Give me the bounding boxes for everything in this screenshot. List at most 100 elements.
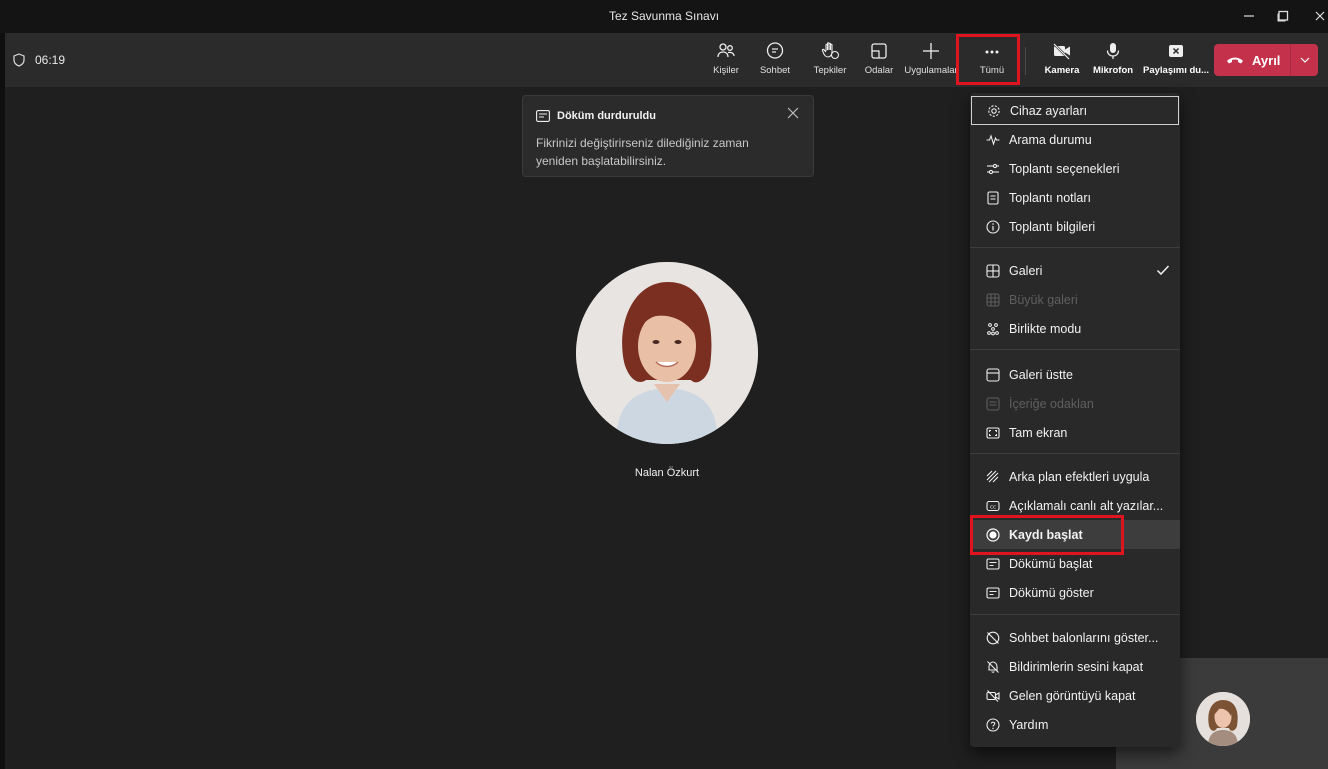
leave-button[interactable]: Ayrıl [1214, 44, 1318, 76]
banner-text: Fikrinizi değiştirirseniz dilediğiniz za… [536, 136, 749, 168]
menu-item-show-transcript[interactable]: Dökümü göster [970, 578, 1180, 607]
chat-button[interactable]: Sohbet [757, 41, 793, 83]
menu-item-chat-bubbles[interactable]: Sohbet balonlarını göster... [970, 623, 1180, 652]
menu-item-label: Dökümü göster [1009, 585, 1094, 600]
people-button[interactable]: Kişiler [710, 41, 742, 83]
close-icon [1315, 11, 1325, 21]
menu-item-label: Tam ekran [1009, 425, 1068, 440]
people-label: Kişiler [713, 65, 739, 76]
transcript-icon [536, 110, 550, 122]
record-icon [986, 527, 1000, 542]
menu-item-meeting-notes[interactable]: Toplantı notları [970, 183, 1180, 212]
menu-item-together-mode[interactable]: Birlikte modu [970, 314, 1180, 343]
camera-button[interactable]: Kamera [1040, 41, 1084, 83]
menu-item-label: Toplantı notları [1009, 190, 1091, 205]
pulse-icon [986, 133, 1000, 146]
menu-item-label: Büyük galeri [1009, 292, 1078, 307]
menu-item-help[interactable]: Yardım [970, 710, 1180, 739]
mic-button[interactable]: Mikrofon [1088, 41, 1138, 83]
together-mode-icon [987, 322, 999, 335]
camera-label: Kamera [1044, 65, 1080, 76]
more-label: Tümü [979, 65, 1005, 76]
svg-text:cc: cc [990, 504, 996, 510]
menu-item-label: Kaydı başlat [1009, 527, 1083, 542]
rooms-label: Odalar [864, 65, 894, 76]
menu-item-meeting-options[interactable]: Toplantı seçenekleri [970, 154, 1180, 183]
menu-item-label: Açıklamalı canlı alt yazılar... [1009, 498, 1164, 513]
menu-item-start-recording[interactable]: Kaydı başlat [970, 520, 1180, 549]
menu-item-start-transcript[interactable]: Dökümü başlat [970, 549, 1180, 578]
menu-item-label: Bildirimlerin sesini kapat [1009, 659, 1144, 674]
background-effects-icon [986, 470, 999, 482]
leave-main[interactable]: Ayrıl [1214, 44, 1290, 76]
close-icon[interactable] [787, 107, 799, 119]
menu-item-label: Birlikte modu [1009, 321, 1082, 336]
gallery-icon [986, 263, 1000, 278]
gallery-top-icon [986, 367, 1000, 382]
menu-separator [970, 453, 1180, 454]
toolbar-divider [1025, 47, 1026, 75]
add-icon [923, 43, 939, 59]
menu-item-live-captions[interactable]: cc Açıklamalı canlı alt yazılar... [970, 491, 1180, 520]
menu-item-device-settings[interactable]: Cihaz ayarları [971, 96, 1179, 125]
minimize-button[interactable] [1236, 5, 1262, 27]
stop-share-icon [1169, 45, 1183, 57]
menu-item-call-health[interactable]: Arama durumu [970, 125, 1180, 154]
chat-bubble-off-icon [986, 631, 1000, 644]
people-icon [717, 43, 735, 58]
rooms-button[interactable]: Odalar [862, 41, 896, 83]
menu-item-label: Cihaz ayarları [1010, 103, 1088, 118]
self-avatar [1196, 692, 1250, 746]
reactions-label: Tepkiler [813, 65, 847, 76]
menu-item-label: Galeri [1009, 263, 1043, 278]
transcript-icon [986, 557, 1000, 570]
menu-item-label: Arama durumu [1009, 132, 1092, 147]
shield-icon [13, 53, 25, 67]
transcript-show-icon [986, 586, 1000, 599]
menu-item-mute-notifications[interactable]: Bildirimlerin sesini kapat [970, 652, 1180, 681]
menu-item-gallery-top[interactable]: Galeri üstte [970, 360, 1180, 389]
menu-item-meeting-info[interactable]: Toplantı bilgileri [970, 212, 1180, 241]
participant-photo [576, 262, 758, 444]
fullscreen-icon [986, 426, 1000, 439]
hang-up-icon [1227, 57, 1243, 64]
leave-options-button[interactable] [1291, 57, 1318, 63]
menu-item-turn-off-incoming-video[interactable]: Gelen görüntüyü kapat [970, 681, 1180, 710]
menu-item-label: Sohbet balonlarını göster... [1009, 630, 1159, 645]
focus-content-icon [986, 396, 1000, 411]
participant-name: Nalan Özkurt [634, 467, 700, 479]
menu-item-label: Dökümü başlat [1009, 556, 1093, 571]
more-button[interactable]: Tümü [963, 41, 1021, 83]
menu-item-gallery[interactable]: Galeri [970, 256, 1180, 285]
help-icon [986, 717, 1000, 732]
more-options-menu: Cihaz ayarları Arama durumu Toplantı seç… [970, 93, 1180, 747]
menu-item-large-gallery: Büyük galeri [970, 285, 1180, 314]
menu-item-label: Yardım [1009, 717, 1049, 732]
info-icon [986, 219, 1000, 234]
menu-item-label: Arka plan efektleri uygula [1009, 469, 1150, 484]
raise-hand-icon [821, 42, 840, 60]
reactions-button[interactable]: Tepkiler [810, 41, 850, 83]
call-control-bar: 06:19 Kişiler Sohbet Tepkiler Odalar Uyg… [5, 33, 1328, 87]
close-window-button[interactable] [1307, 5, 1328, 27]
mic-label: Mikrofon [1092, 65, 1134, 76]
apps-button[interactable]: Uygulamalar [903, 41, 959, 83]
sliders-icon [987, 163, 999, 174]
menu-separator [970, 247, 1180, 248]
more-dots-icon [985, 50, 999, 54]
share-button[interactable]: Paylaşımı du... [1141, 41, 1211, 83]
transcript-stopped-banner: Döküm durduruldu Fikrinizi değiştirirsen… [522, 95, 814, 177]
menu-separator [970, 614, 1180, 615]
maximize-button[interactable] [1270, 5, 1296, 27]
large-gallery-icon [986, 292, 1000, 307]
checkmark-icon [1156, 265, 1170, 276]
self-photo [1196, 692, 1250, 746]
chevron-down-icon [1300, 57, 1309, 63]
maximize-icon [1277, 10, 1289, 22]
menu-item-background-effects[interactable]: Arka plan efektleri uygula [970, 462, 1180, 491]
participant-avatar [576, 262, 758, 444]
window-title: Tez Savunma Sınavı [608, 9, 720, 23]
video-off-icon [986, 689, 1000, 702]
menu-item-full-screen[interactable]: Tam ekran [970, 418, 1180, 447]
chat-icon [766, 42, 784, 59]
